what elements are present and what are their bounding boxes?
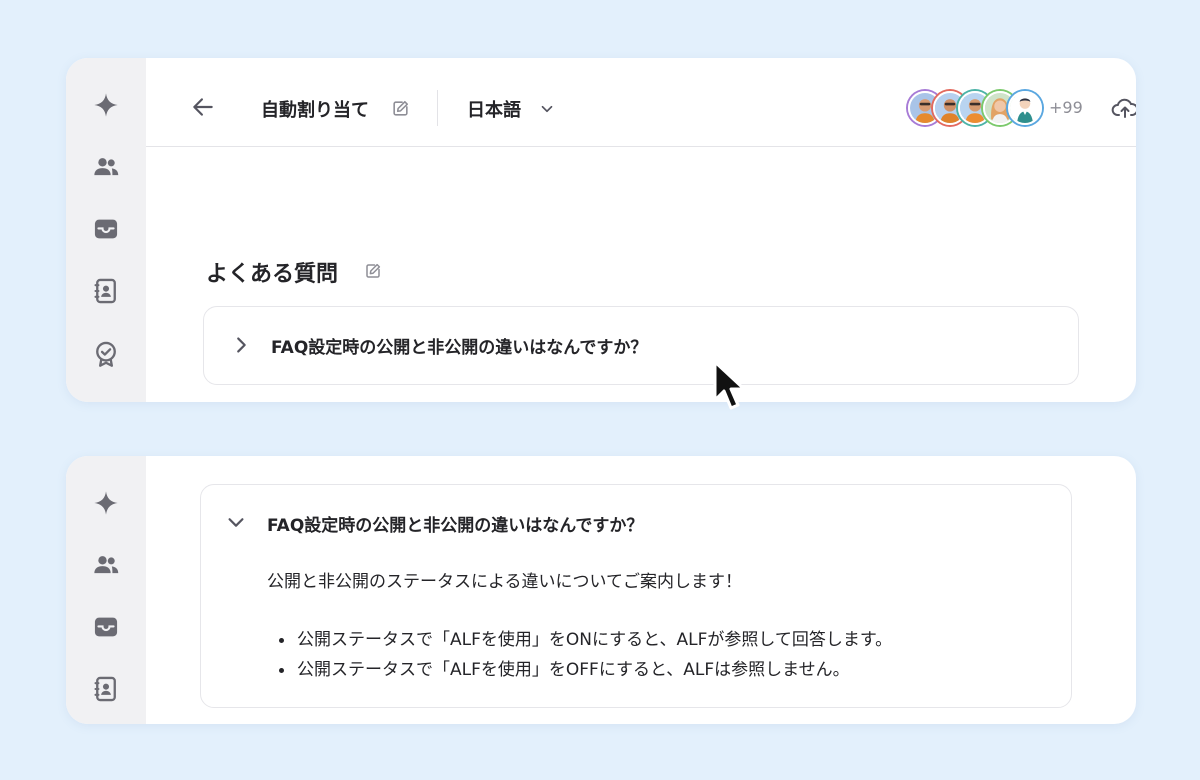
faq-item-expanded[interactable]: FAQ設定時の公開と非公開の違いはなんですか？ 公開と非公開のステータスによる違… <box>200 484 1072 708</box>
chevron-right-icon[interactable] <box>230 334 252 356</box>
mouse-cursor-icon <box>709 358 757 416</box>
sidebar <box>66 58 146 402</box>
cloud-upload-icon[interactable] <box>1111 96 1136 120</box>
page-title: 自動割り当て <box>261 100 369 121</box>
list-item: 公開ステータスで「ALFを使用」をOFFにすると、ALFは参照しません。 <box>267 655 892 685</box>
faq-item-collapsed[interactable]: FAQ設定時の公開と非公開の違いはなんですか？ <box>203 306 1079 385</box>
faq-question[interactable]: FAQ設定時の公開と非公開の違いはなんですか？ <box>267 511 643 536</box>
users-icon[interactable] <box>92 551 120 579</box>
contact-book-icon[interactable] <box>92 277 120 305</box>
contact-book-icon[interactable] <box>92 675 120 703</box>
member-more-count[interactable]: +99 <box>1049 98 1083 117</box>
list-item: 公開ステータスで「ALFを使用」をONにすると、ALFが参照して回答します。 <box>267 625 892 655</box>
top-bar: 自動割り当て 日本語 +99 <box>146 58 1136 147</box>
users-icon[interactable] <box>92 153 120 181</box>
faq-expanded-panel: FAQ設定時の公開と非公開の違いはなんですか？ 公開と非公開のステータスによる違… <box>66 456 1136 724</box>
header-divider <box>437 90 438 126</box>
faq-collapsed-panel: 自動割り当て 日本語 +99 よくある質問 FAQ設定時の公開と非公開の違いはな… <box>66 58 1136 402</box>
sidebar <box>66 456 146 724</box>
back-arrow-icon[interactable] <box>190 94 216 120</box>
faq-question[interactable]: FAQ設定時の公開と非公開の違いはなんですか？ <box>271 333 647 358</box>
badge-check-icon[interactable] <box>92 340 120 368</box>
section-title: よくある質問 <box>206 262 339 287</box>
language-select[interactable]: 日本語 <box>467 96 521 122</box>
sparkle-icon[interactable] <box>92 91 120 119</box>
inbox-icon[interactable] <box>92 215 120 243</box>
sparkle-icon[interactable] <box>92 489 120 517</box>
chevron-down-icon[interactable] <box>538 100 556 118</box>
inbox-icon[interactable] <box>92 613 120 641</box>
chevron-down-icon[interactable] <box>225 511 247 533</box>
faq-answer-intro: 公開と非公開のステータスによる違いについてご案内します！ <box>267 572 742 592</box>
edit-title-icon[interactable] <box>391 99 410 118</box>
faq-answer-list: 公開ステータスで「ALFを使用」をONにすると、ALFが参照して回答します。 公… <box>267 625 892 685</box>
avatar <box>1008 91 1042 125</box>
edit-section-icon[interactable] <box>364 262 382 280</box>
